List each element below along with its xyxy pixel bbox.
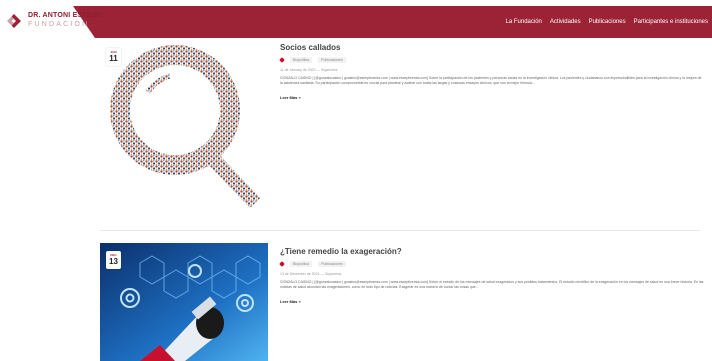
badge-day: 11 [109, 54, 118, 63]
category-link[interactable]: Biopolítica [290, 57, 313, 63]
site-logo[interactable]: DR. ANTONI ESTEVE FUNDACIÓN [6, 12, 101, 29]
logo-title: DR. ANTONI ESTEVE [28, 12, 102, 19]
post-meta: 11 de January de 2022 — Sujanchos [280, 68, 338, 72]
nav-publicaciones[interactable]: Publicaciones [589, 19, 626, 25]
category-link[interactable]: Biopolítica [290, 261, 313, 267]
site-header: DR. ANTONI ESTEVE FUNDACIÓN La Fundación… [0, 0, 712, 38]
tag-icon [279, 261, 285, 267]
post-image[interactable]: JUN 11 [100, 40, 268, 210]
read-more-link[interactable]: Leer Más » [280, 299, 301, 304]
post-body: Socios callados Biopolítica Publicacione… [279, 43, 710, 104]
megaphone-gears-image [100, 243, 268, 361]
read-more-link[interactable]: Leer Más » [280, 95, 301, 100]
crowd-magnifier-image [100, 40, 268, 210]
post-title[interactable]: Socios callados [280, 43, 710, 52]
logo-mark-icon [7, 13, 21, 28]
nav-fundacion[interactable]: La Fundación [506, 19, 542, 25]
post-excerpt: GONZALO CASINO | [@gonzalocasino | gcasi… [280, 76, 702, 85]
date-badge: JUN 11 [106, 48, 121, 66]
post-meta: 13 de December de 2021 — Sujanchos [280, 272, 342, 276]
category-link[interactable]: Publicaciones [318, 261, 346, 267]
post-divider [100, 230, 700, 231]
tag-icon [279, 57, 285, 63]
post-title[interactable]: ¿Tiene remedio la exageración? [280, 247, 710, 256]
post-body: ¿Tiene remedio la exageración? Biopolíti… [279, 247, 710, 308]
date-badge: DEC 13 [106, 251, 121, 269]
post-categories: Biopolítica Publicaciones [279, 261, 710, 267]
nav-participantes[interactable]: Participantes e instituciones [634, 19, 708, 25]
category-link[interactable]: Publicaciones [318, 57, 346, 63]
badge-day: 13 [109, 257, 118, 266]
nav-actividades[interactable]: Actividades [550, 19, 581, 25]
post-excerpt: GONZALO CASINO | [@gonzalocasino | gcasi… [280, 280, 704, 289]
post-categories: Biopolítica Publicaciones [279, 57, 710, 63]
logo-subtitle: FUNDACIÓN [28, 21, 90, 28]
post-image[interactable]: DEC 13 [100, 243, 268, 361]
main-nav: La Fundación Actividades Publicaciones P… [506, 6, 712, 38]
